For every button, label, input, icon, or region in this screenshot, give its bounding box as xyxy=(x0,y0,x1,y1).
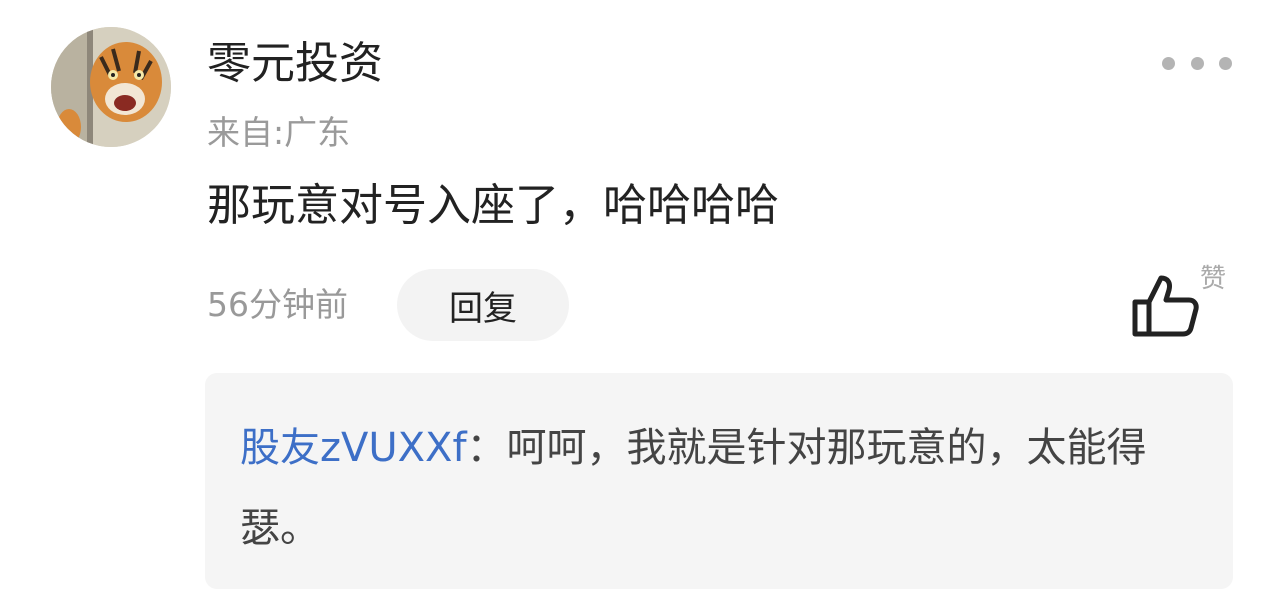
comment-timestamp: 56分钟前 xyxy=(207,285,348,324)
comment-text: 那玩意对号入座了，哈哈哈哈 xyxy=(207,180,779,231)
more-dots-icon xyxy=(1162,56,1175,70)
more-dots-icon xyxy=(1219,56,1232,70)
reply-separator: ： xyxy=(466,425,507,471)
username[interactable]: 零元投资 xyxy=(207,34,383,94)
reply-author-link[interactable]: 股友zVUXXf xyxy=(240,425,467,471)
tiger-avatar-icon xyxy=(51,27,171,147)
user-location: 来自:广东 xyxy=(207,113,351,152)
reply-box: 股友zVUXXf：呵呵，我就是针对那玩意的，太能得瑟。 xyxy=(205,373,1233,589)
comment-card: 零元投资 来自:广东 那玩意对号入座了，哈哈哈哈 56分钟前 回复 赞 股友zV… xyxy=(0,0,1271,614)
thumbs-up-icon xyxy=(1132,275,1199,337)
more-dots-icon xyxy=(1190,56,1204,70)
reply-button[interactable]: 回复 xyxy=(397,269,569,341)
like-button[interactable]: 赞 xyxy=(1128,262,1238,342)
like-label: 赞 xyxy=(1200,264,1227,294)
more-options-button[interactable] xyxy=(1162,50,1232,76)
user-avatar[interactable] xyxy=(51,27,171,147)
